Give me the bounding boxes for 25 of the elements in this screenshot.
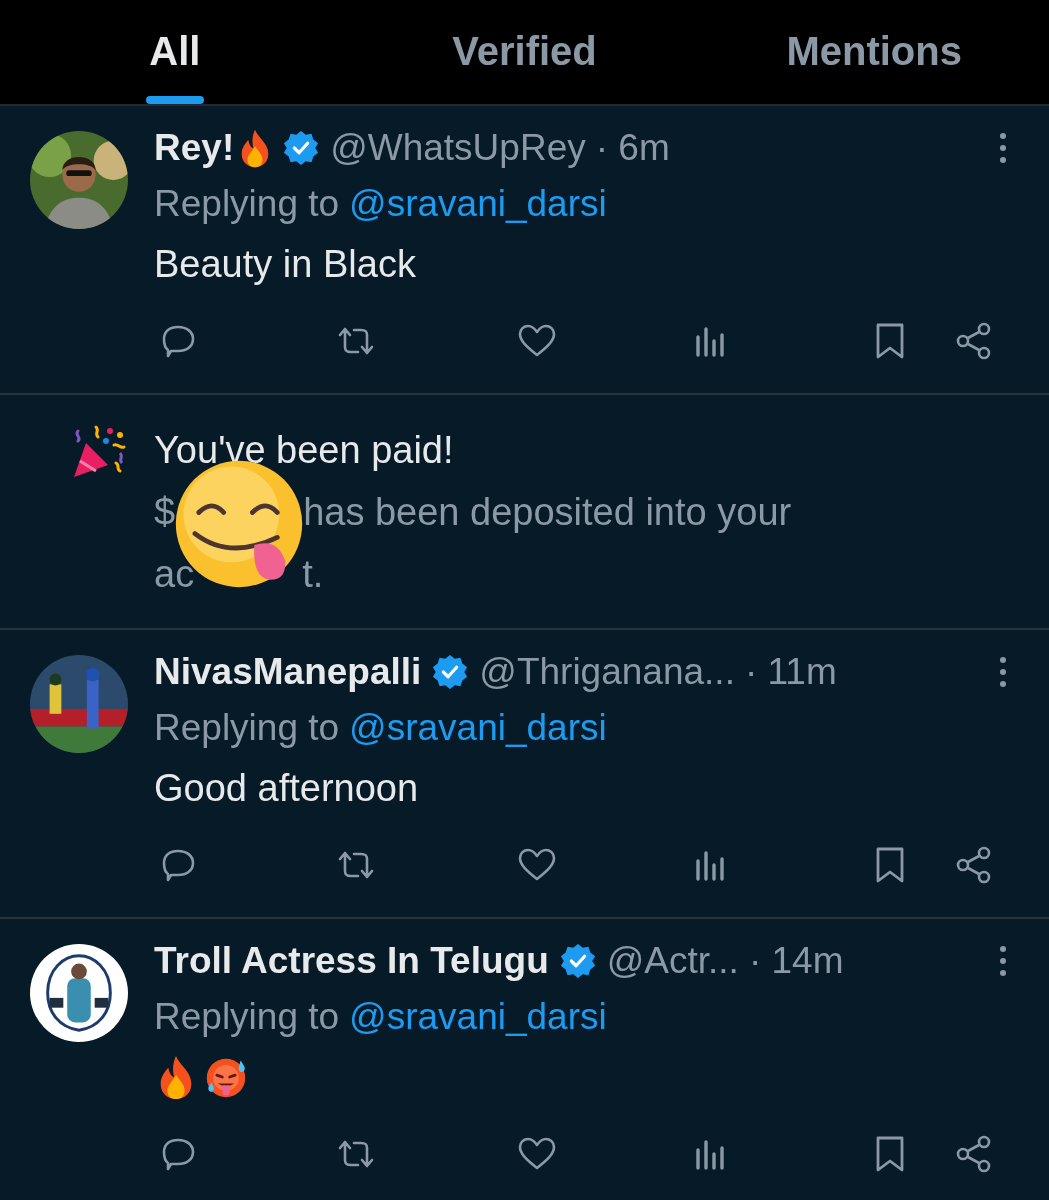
timestamp: · 14m bbox=[748, 940, 844, 982]
notification-text: $ bbox=[154, 490, 176, 534]
user-handle: @Actr... bbox=[606, 940, 739, 982]
notification-text: ac bbox=[154, 552, 195, 596]
user-handle: @WhatsUpRey bbox=[330, 127, 586, 169]
mention-link[interactable]: @sravani_darsi bbox=[349, 707, 607, 749]
user-name[interactable]: Rey! bbox=[154, 127, 235, 169]
tweet-text: Beauty in Black bbox=[154, 242, 416, 286]
timestamp: · 11m bbox=[744, 651, 837, 693]
mention-link[interactable]: @sravani_darsi bbox=[349, 183, 607, 225]
replying-label: Replying to bbox=[154, 996, 340, 1038]
notification-title: You've been paid! bbox=[154, 428, 454, 472]
replying-label: Replying to bbox=[154, 183, 340, 225]
replying-label: Replying to bbox=[154, 707, 340, 749]
user-name[interactable]: Troll Actress In Telugu bbox=[154, 940, 549, 982]
tab[interactable]: All bbox=[0, 0, 350, 104]
notification-text: t. bbox=[302, 552, 324, 596]
user-handle: @Thriganana... bbox=[479, 651, 735, 693]
user-name[interactable]: NivasManepalli bbox=[154, 651, 422, 693]
tab[interactable]: Verified bbox=[349, 0, 700, 104]
tab[interactable]: Mentions bbox=[699, 0, 1049, 104]
mention-link[interactable]: @sravani_darsi bbox=[349, 996, 607, 1038]
notification-text: has been deposited into your bbox=[303, 490, 792, 534]
timestamp: · 6m bbox=[595, 127, 670, 169]
tweet-text: Good afternoon bbox=[154, 766, 419, 810]
